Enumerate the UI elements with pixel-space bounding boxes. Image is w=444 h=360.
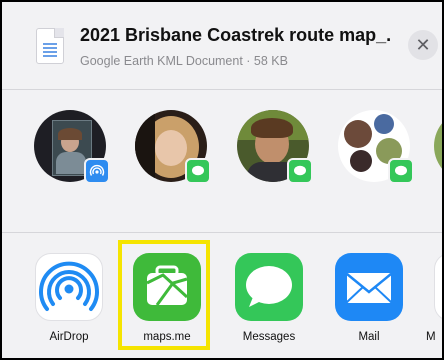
share-apps-row: AirDrop maps.me Messages Mail M [2,233,442,358]
messages-badge-icon [287,158,313,184]
contact-avatar-2[interactable] [135,110,211,184]
document-icon [36,28,64,64]
partial-app-icon [434,253,442,321]
messages-badge-icon [185,158,211,184]
mail-icon [335,253,403,321]
app-label: Mail [358,331,380,343]
app-airdrop[interactable]: AirDrop [35,253,103,343]
app-label: Messages [242,331,296,343]
messages-badge-icon [388,158,414,184]
contact-avatar-5[interactable] [434,110,442,182]
contact-avatar-3[interactable] [237,110,313,184]
airdrop-badge-icon [84,158,110,184]
messages-icon [235,253,303,321]
share-sheet: 2021 Brisbane Coastrek route map_... Goo… [0,0,444,360]
file-title: 2021 Brisbane Coastrek route map_... [80,25,392,45]
app-label: AirDrop [49,331,89,343]
airdrop-icon [35,253,103,321]
app-partial[interactable]: M [426,253,442,343]
app-mail[interactable]: Mail [335,253,403,343]
selection-highlight [118,240,210,350]
share-header: 2021 Brisbane Coastrek route map_... Goo… [2,2,442,90]
app-messages[interactable]: Messages [235,253,303,343]
file-subtitle: Google Earth KML Document · 58 KB [80,54,288,68]
close-button[interactable]: ✕ [408,30,438,60]
app-label: M [426,331,436,343]
suggested-contacts-row [2,90,442,233]
close-icon: ✕ [415,35,431,55]
contact-avatar-1[interactable] [34,110,110,184]
contact-avatar-group[interactable] [338,110,414,184]
